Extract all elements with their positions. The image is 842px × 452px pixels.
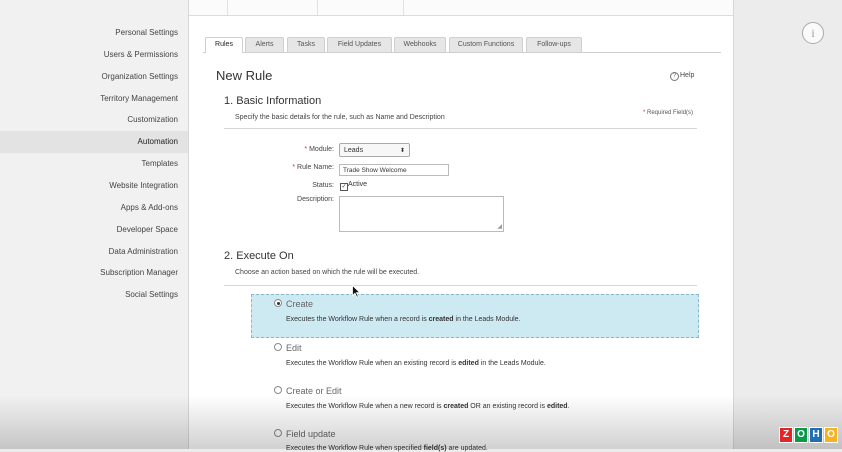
tab-custom-functions[interactable]: Custom Functions — [449, 37, 523, 52]
main-panel: Rules Alerts Tasks Field Updates Webhook… — [188, 0, 734, 452]
page-title: New Rule — [216, 68, 273, 83]
top-strip-divider — [317, 0, 318, 15]
description-label: Description: — [297, 196, 334, 203]
required-star: * — [292, 164, 296, 171]
tab-webhooks[interactable]: Webhooks — [394, 37, 446, 52]
option-desc-emphasis: edited — [546, 403, 568, 410]
module-label: * Module: — [224, 146, 334, 153]
settings-sidebar: Personal Settings Users & Permissions Or… — [0, 0, 188, 449]
sidebar-item-data-administration[interactable]: Data Administration — [0, 241, 188, 263]
top-strip-divider — [227, 0, 228, 15]
info-icon[interactable]: i — [802, 22, 824, 44]
description-textarea[interactable]: ◢ — [339, 196, 504, 232]
option-title-create: Create — [286, 299, 314, 309]
module-select[interactable]: Leads ⬍ — [339, 143, 410, 157]
sidebar-item-automation[interactable]: Automation — [0, 131, 188, 153]
sidebar-item-templates[interactable]: Templates — [0, 153, 188, 175]
zoho-logo-letter: O — [824, 427, 838, 443]
sidebar-item-organization-settings[interactable]: Organization Settings — [0, 66, 188, 88]
tab-tasks[interactable]: Tasks — [287, 37, 325, 52]
option-desc-create-or-edit: Executes the Workflow Rule when a new re… — [286, 403, 570, 410]
sidebar-item-apps-addons[interactable]: Apps & Add-ons — [0, 197, 188, 219]
basic-info-description: Specify the basic details for the rule, … — [235, 114, 445, 121]
select-arrows-icon: ⬍ — [399, 148, 405, 154]
rule-name-input[interactable]: Trade Show Welcome — [339, 164, 449, 176]
required-fields-note: * Required Field(s) — [643, 110, 693, 116]
sidebar-item-subscription-manager[interactable]: Subscription Manager — [0, 262, 188, 284]
tab-follow-ups[interactable]: Follow-ups — [526, 37, 582, 52]
option-desc-emphasis: created — [443, 403, 469, 410]
sidebar-item-territory-management[interactable]: Territory Management — [0, 88, 188, 110]
sidebar-item-developer-space[interactable]: Developer Space — [0, 219, 188, 241]
rule-name-label-text: Rule Name: — [297, 164, 334, 171]
radio-create-or-edit[interactable] — [274, 386, 282, 394]
sidebar-item-website-integration[interactable]: Website Integration — [0, 175, 188, 197]
help-label: Help — [680, 72, 695, 79]
option-desc-text: in the Leads Module. — [478, 360, 546, 367]
module-select-value: Leads — [344, 147, 364, 154]
top-strip-divider — [403, 0, 404, 15]
top-strip — [189, 0, 733, 16]
required-label: Required Field(s) — [647, 110, 694, 116]
rule-name-label: * Rule Name: — [224, 164, 334, 171]
option-desc-create: Executes the Workflow Rule when a record… — [286, 316, 521, 323]
option-title-edit[interactable]: Edit — [286, 343, 302, 353]
option-desc-emphasis: created — [428, 316, 454, 323]
divider — [224, 128, 697, 129]
option-desc-text: Executes the Workflow Rule when a new re… — [286, 403, 444, 410]
sidebar-item-users-permissions[interactable]: Users & Permissions — [0, 44, 188, 66]
option-desc-text: Executes the Workflow Rule when an exist… — [286, 360, 459, 367]
option-title-field-update[interactable]: Field update — [286, 429, 336, 439]
sidebar-item-customization[interactable]: Customization — [0, 109, 188, 131]
status-label: Status: — [312, 182, 334, 189]
module-label-text: Module: — [309, 146, 334, 153]
option-desc-text: . — [567, 403, 570, 410]
sidebar-item-personal-settings[interactable]: Personal Settings — [0, 22, 188, 44]
zoho-logo-letter: H — [809, 427, 823, 443]
tab-bar: Rules Alerts Tasks Field Updates Webhook… — [203, 37, 721, 53]
divider — [224, 285, 697, 286]
basic-info-heading: 1. Basic Information — [224, 95, 322, 107]
tab-field-updates[interactable]: Field Updates — [327, 37, 392, 52]
execute-on-description: Choose an action based on which the rule… — [235, 269, 420, 276]
help-icon: ? — [670, 72, 679, 81]
help-link[interactable]: ? Help — [670, 72, 694, 81]
option-desc-text: OR an existing record is — [468, 403, 547, 410]
radio-field-update[interactable] — [274, 429, 282, 437]
required-star: * — [304, 146, 308, 153]
execute-on-heading: 2. Execute On — [224, 250, 294, 262]
mouse-pointer-icon — [352, 285, 361, 298]
radio-create[interactable] — [274, 299, 282, 307]
radio-edit[interactable] — [274, 343, 282, 351]
resize-grip-icon[interactable]: ◢ — [497, 223, 502, 230]
required-star: * — [643, 110, 646, 116]
sidebar-item-social-settings[interactable]: Social Settings — [0, 284, 188, 306]
zoho-logo-letter: Z — [779, 427, 793, 443]
zoho-logo-letter: O — [794, 427, 808, 443]
active-checkbox-label: Active — [348, 181, 368, 188]
option-desc-text: in the Leads Module. — [453, 316, 521, 323]
tab-rules[interactable]: Rules — [205, 37, 243, 53]
option-desc-text: Executes the Workflow Rule when a record… — [286, 316, 429, 323]
option-desc-emphasis: edited — [458, 360, 479, 367]
option-desc-edit: Executes the Workflow Rule when an exist… — [286, 360, 546, 367]
tab-alerts[interactable]: Alerts — [245, 37, 284, 52]
active-checkbox[interactable]: ✓ — [340, 183, 348, 191]
zoho-logo: ZOHO — [779, 424, 839, 443]
option-title-create-or-edit[interactable]: Create or Edit — [286, 386, 342, 396]
